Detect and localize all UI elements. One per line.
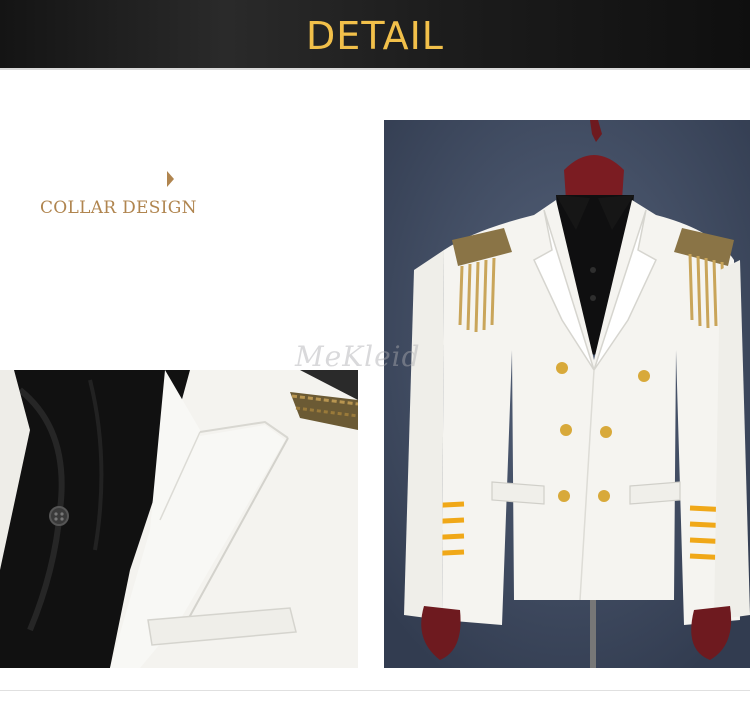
detail-banner: DETAIL — [0, 0, 750, 70]
collar-close-up-photo — [0, 370, 358, 668]
banner-title: DETAIL — [306, 14, 444, 58]
watermark-text: MeKleid — [295, 340, 421, 373]
triangle-right-icon — [167, 171, 174, 187]
section-label: COLLAR DESIGN — [40, 198, 197, 218]
jacket-on-mannequin-photo — [384, 120, 750, 668]
bottom-divider — [0, 690, 750, 691]
